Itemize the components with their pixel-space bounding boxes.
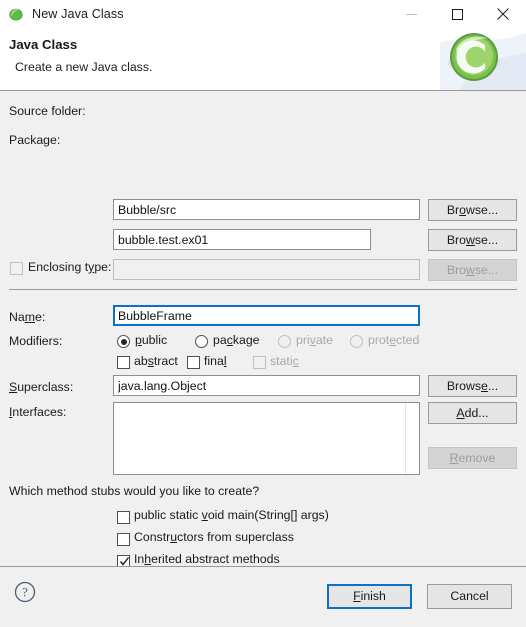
interfaces-list[interactable] [113, 402, 420, 475]
maximize-button[interactable] [434, 0, 480, 28]
modifier-checkbox-final[interactable] [187, 356, 200, 369]
separator-top [9, 289, 517, 290]
modifier-checkbox-static[interactable] [253, 356, 266, 369]
cancel-button[interactable]: Cancel [427, 584, 512, 609]
class-name-input[interactable] [113, 305, 420, 326]
modifier-checkbox-abstract[interactable] [117, 356, 130, 369]
window-controls [388, 0, 526, 28]
source-folder-input[interactable] [113, 199, 420, 220]
window-title: New Java Class [32, 7, 124, 21]
modifier-label-abstract: abstract [134, 354, 178, 368]
enclosing-type-browse-button[interactable]: Browse... [428, 259, 517, 281]
superclass-browse-button[interactable]: Browse... [428, 375, 517, 397]
enclosing-type-checkbox[interactable] [10, 262, 23, 275]
close-button[interactable] [480, 0, 526, 28]
modifier-label-final: final [204, 354, 227, 368]
modifier-radio-private[interactable] [278, 335, 291, 348]
modifier-label-protected: protected [368, 333, 420, 347]
package-input[interactable] [113, 229, 371, 250]
stub-label-main: public static void main(String[] args) [134, 508, 329, 522]
package-browse-button[interactable]: Browse... [428, 229, 517, 251]
source-folder-label: Source folder: [9, 104, 86, 118]
interfaces-scrollbar[interactable] [405, 403, 419, 474]
modifier-label-package: package [213, 333, 260, 347]
modifier-label-public: public [135, 333, 168, 347]
interfaces-remove-button[interactable]: Remove [428, 447, 517, 469]
method-stubs-question: Which method stubs would you like to cre… [9, 484, 260, 498]
modifier-label-static: static [270, 354, 299, 368]
modifier-radio-package[interactable] [195, 335, 208, 348]
dialog-footer: ? Finish Cancel [0, 566, 526, 627]
page-description: Create a new Java class. [15, 60, 153, 74]
package-label: Package: [9, 133, 61, 147]
new-java-class-dialog: New Java Class Java Class Create a new J… [0, 0, 526, 627]
stub-label-inherited: Inherited abstract methods [134, 552, 280, 566]
name-label: Name: [9, 310, 46, 324]
title-bar: New Java Class [0, 0, 526, 28]
interfaces-add-button[interactable]: Add... [428, 402, 517, 424]
superclass-label: Superclass: [9, 380, 74, 394]
java-class-icon [8, 6, 24, 22]
enclosing-type-label: Enclosing type: [28, 260, 112, 274]
help-icon[interactable]: ? [14, 581, 36, 603]
java-class-banner-icon [440, 28, 526, 90]
superclass-input[interactable] [113, 375, 420, 396]
stub-label-constructors: Constructors from superclass [134, 530, 294, 544]
interfaces-label: Interfaces: [9, 405, 67, 419]
enclosing-type-input[interactable] [113, 259, 420, 280]
svg-text:?: ? [22, 586, 28, 600]
finish-button[interactable]: Finish [327, 584, 412, 609]
modifier-radio-public[interactable] [117, 335, 130, 348]
source-folder-browse-button[interactable]: Browse... [428, 199, 517, 221]
dialog-header: Java Class Create a new Java class. [0, 28, 526, 91]
modifier-radio-protected[interactable] [350, 335, 363, 348]
modifiers-label: Modifiers: [9, 334, 63, 348]
stub-checkbox-main[interactable] [117, 511, 130, 524]
stub-checkbox-constructors[interactable] [117, 533, 130, 546]
modifier-label-private: private [296, 333, 333, 347]
minimize-button[interactable] [388, 0, 434, 28]
page-title: Java Class [9, 37, 78, 52]
dialog-body: Source folder: Browse... Package: Browse… [0, 91, 526, 606]
